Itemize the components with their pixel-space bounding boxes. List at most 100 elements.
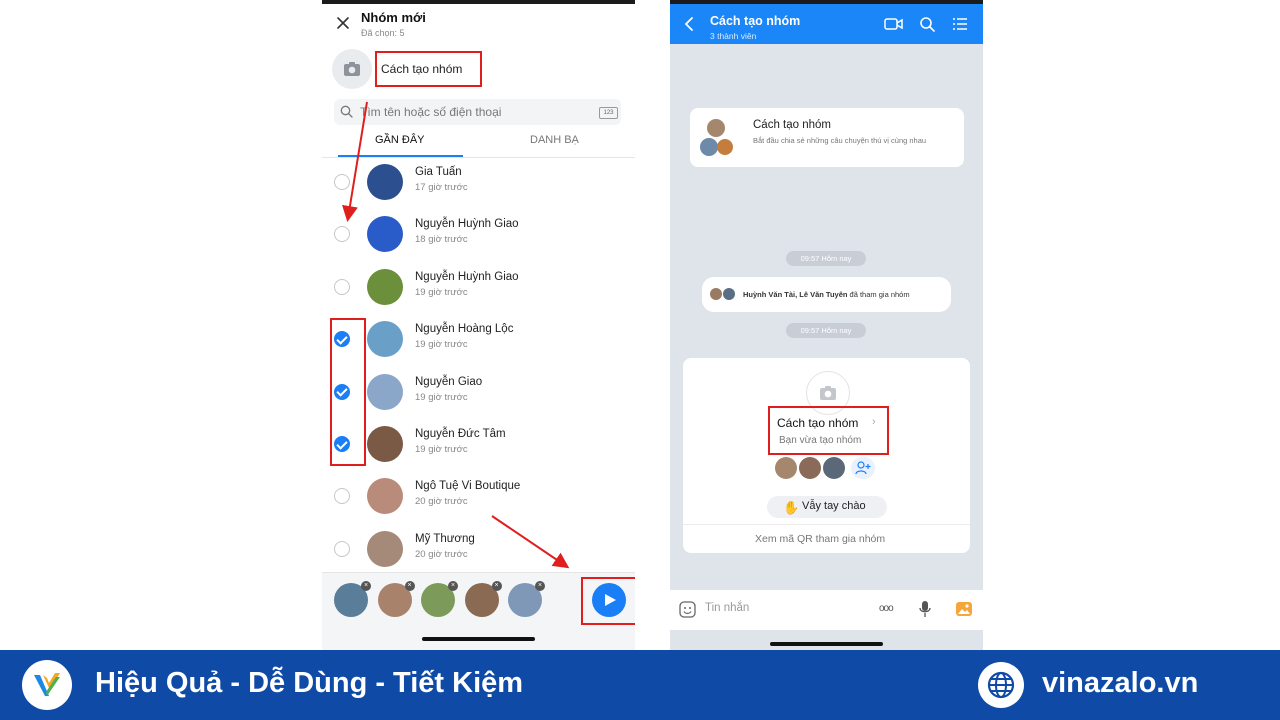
- contact-name: Nguyễn Huỳnh Giao: [415, 218, 519, 231]
- selected-count: Đã chọn: 5: [361, 28, 405, 38]
- contact-name: Nguyễn Đức Tâm: [415, 428, 506, 440]
- annotation-arrows: [342, 101, 570, 569]
- back-arrow-icon[interactable]: [684, 17, 694, 31]
- message-input[interactable]: Tin nhắn: [705, 602, 749, 614]
- intro-description: Bắt đầu chia sẻ những câu chuyện thú vị …: [753, 136, 927, 145]
- search-placeholder: Tìm tên hoặc số điện thoại: [360, 105, 502, 119]
- member-avatar[interactable]: [799, 457, 821, 479]
- chat-title: Cách tạo nhóm: [710, 14, 801, 28]
- image-gallery-icon[interactable]: [955, 600, 973, 618]
- contact-name: Nguyễn Huỳnh Giao: [415, 270, 519, 283]
- wave-hand-icon: ✋: [783, 500, 800, 515]
- slogan: Hiệu Quả - Dễ Dùng - Tiết Kiệm: [95, 667, 524, 699]
- avatar: [367, 321, 403, 358]
- avatar: [367, 216, 403, 253]
- search-icon: [340, 105, 353, 118]
- avatar: [367, 530, 403, 567]
- globe-icon: [978, 662, 1024, 708]
- close-icon[interactable]: [334, 14, 352, 32]
- contact-last-seen: 18 giờ trước: [415, 234, 468, 246]
- add-user-icon: [855, 461, 871, 475]
- remove-member-icon[interactable]: ×: [535, 581, 545, 591]
- home-indicator: [422, 637, 535, 641]
- search-icon[interactable]: [919, 16, 935, 32]
- select-checkbox[interactable]: [334, 278, 350, 295]
- divider: [683, 524, 970, 525]
- avatar: [707, 119, 725, 137]
- contact-row[interactable]: Nguyễn Giao 19 giờ trước: [322, 368, 635, 420]
- time-pill: 09:57 Hôm nay: [786, 251, 866, 266]
- camera-icon: [820, 386, 836, 400]
- join-names: Huỳnh Văn Tài, Lê Văn Tuyên: [743, 290, 848, 299]
- avatar: [367, 373, 403, 410]
- brand-footer: Hiệu Quả - Dễ Dùng - Tiết Kiệm vinazalo.…: [0, 650, 1280, 720]
- chat-header: Cách tạo nhóm 3 thành viên: [670, 4, 983, 44]
- member-avatar[interactable]: [775, 457, 797, 479]
- selected-tray: × × × × ×: [322, 572, 635, 650]
- wave-label: Vẫy tay chào: [802, 500, 866, 512]
- tab-recent[interactable]: GẦN ĐÂY: [375, 134, 425, 146]
- contact-last-seen: 20 giờ trước: [415, 548, 468, 560]
- page-title: Nhóm mới: [361, 10, 426, 25]
- highlight-group-info: [768, 406, 889, 455]
- remove-member-icon[interactable]: ×: [491, 581, 502, 591]
- join-suffix: đã tham gia nhóm: [847, 290, 910, 299]
- contact-last-seen: 19 giờ trước: [415, 339, 468, 351]
- emoji-icon[interactable]: [679, 601, 696, 618]
- contact-name: Mỹ Thương: [415, 532, 475, 545]
- status-strip: [322, 0, 635, 4]
- group-avatar-picker[interactable]: [332, 49, 372, 89]
- contact-row[interactable]: Nguyễn Hoàng Lộc 19 giờ trước: [322, 315, 635, 367]
- contact-row[interactable]: Ngô Tuệ Vi Boutique 20 giờ trước: [322, 472, 635, 524]
- contact-name: Nguyễn Giao: [415, 375, 483, 388]
- contact-last-seen: 20 giờ trước: [415, 496, 468, 508]
- more-options-icon[interactable]: ooo: [879, 603, 894, 614]
- contact-name: Nguyễn Hoàng Lộc: [415, 323, 514, 336]
- time-pill: 09:57 Hôm nay: [786, 323, 866, 338]
- select-checkbox[interactable]: [334, 540, 350, 557]
- highlight-send-button: [581, 577, 635, 625]
- view-qr-link[interactable]: Xem mã QR tham gia nhóm: [755, 533, 885, 545]
- avatar: [367, 268, 403, 305]
- intro-title: Cách tạo nhóm: [753, 119, 831, 131]
- highlight-checked-contacts: [330, 318, 366, 466]
- member-count: 3 thành viên: [710, 31, 757, 41]
- avatar: [723, 288, 735, 300]
- website-link[interactable]: vinazalo.vn: [1042, 667, 1198, 700]
- join-message: Huỳnh Văn Tài, Lê Văn Tuyên đã tham gia …: [743, 290, 910, 299]
- remove-member-icon[interactable]: ×: [448, 581, 458, 591]
- avatar: [717, 139, 733, 155]
- avatar: [710, 288, 722, 300]
- avatar: [367, 426, 403, 462]
- contact-row[interactable]: Nguyễn Huỳnh Giao 18 giờ trước: [322, 210, 635, 262]
- tab-contacts[interactable]: DANH BẠ: [530, 134, 579, 146]
- contact-row[interactable]: Mỹ Thương 20 giờ trước: [322, 525, 635, 577]
- new-group-screen: Nhóm mới Đã chọn: 5 Cách tạo nhóm Tìm tê…: [322, 0, 635, 650]
- camera-icon: [344, 62, 360, 76]
- contact-last-seen: 19 giờ trước: [415, 391, 468, 403]
- contact-name: Gia Tuấn: [415, 166, 462, 178]
- menu-icon[interactable]: [953, 18, 967, 30]
- keypad-toggle-icon[interactable]: 123: [599, 107, 618, 119]
- add-member-button[interactable]: [851, 457, 875, 479]
- contact-row[interactable]: Nguyễn Huỳnh Giao 19 giờ trước: [322, 263, 635, 315]
- video-call-icon[interactable]: [884, 17, 903, 31]
- highlight-group-name: [375, 51, 482, 87]
- remove-member-icon[interactable]: ×: [361, 581, 371, 591]
- home-indicator: [770, 642, 883, 646]
- contact-row[interactable]: Nguyễn Đức Tâm 19 giờ trước: [322, 420, 635, 472]
- member-avatar[interactable]: [823, 457, 845, 479]
- contact-last-seen: 19 giờ trước: [415, 444, 468, 455]
- contact-last-seen: 17 giờ trước: [415, 182, 468, 193]
- avatar: [367, 478, 403, 515]
- select-checkbox[interactable]: [334, 174, 350, 190]
- avatar: [367, 164, 403, 200]
- remove-member-icon[interactable]: ×: [404, 581, 415, 591]
- contact-last-seen: 19 giờ trước: [415, 286, 468, 298]
- contact-row[interactable]: Gia Tuấn 17 giờ trước: [322, 158, 635, 210]
- select-checkbox[interactable]: [334, 226, 350, 243]
- select-checkbox[interactable]: [334, 488, 350, 505]
- avatar: [700, 138, 718, 156]
- microphone-icon[interactable]: [919, 600, 931, 618]
- group-chat-screen: Cách tạo nhóm 3 thành viên Cách tạo nhóm…: [670, 0, 983, 650]
